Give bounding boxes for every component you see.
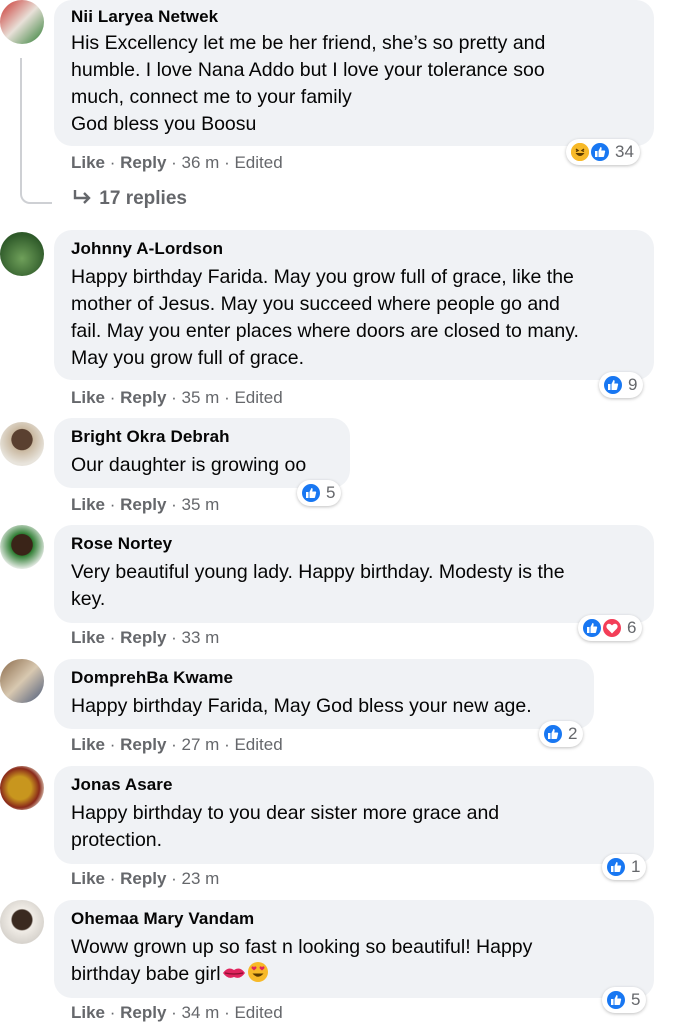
- comment-bubble: Jonas Asare Happy birthday to you dear s…: [54, 766, 654, 864]
- reaction-count: 2: [568, 724, 578, 743]
- comment-text: Our daughter is growing oo: [71, 454, 307, 476]
- comment-author[interactable]: Johnny A-Lordson: [71, 238, 638, 260]
- comment-text: His Excellency let me be her friend, she…: [71, 32, 546, 135]
- comment-author[interactable]: DomprehBa Kwame: [71, 667, 578, 689]
- comment-text: Woww grown up so fast n looking so beaut…: [71, 934, 638, 988]
- reaction-summary[interactable]: 6: [578, 615, 643, 641]
- reaction-summary[interactable]: 5: [297, 480, 342, 506]
- like-icon: [605, 856, 627, 878]
- comment-author[interactable]: Bright Okra Debrah: [71, 426, 334, 448]
- like-link[interactable]: Like: [71, 153, 105, 172]
- reaction-count: 5: [631, 990, 641, 1009]
- like-icon: [581, 617, 603, 639]
- comment-actions: Like · Reply · 35 m: [71, 495, 220, 514]
- comment-actions: Like · Reply · 27 m · Edited: [71, 735, 283, 754]
- like-link[interactable]: Like: [71, 388, 105, 407]
- reaction-summary[interactable]: 2: [539, 721, 584, 747]
- comment-bubble: DomprehBa Kwame Happy birthday Farida, M…: [54, 659, 594, 729]
- reply-arrow-icon: [72, 188, 99, 209]
- edited-label: Edited: [234, 153, 283, 172]
- comment-text: Happy birthday to you dear sister more g…: [71, 802, 500, 851]
- comment-bubble: Rose Nortey Very beautiful young lady. H…: [54, 525, 654, 623]
- kiss-lips-icon: [221, 961, 247, 988]
- avatar[interactable]: [0, 422, 44, 466]
- haha-icon: [569, 141, 591, 163]
- like-icon: [605, 989, 627, 1011]
- comment-bubble: Johnny A-Lordson Happy birthday Farida. …: [54, 230, 654, 380]
- comment-author[interactable]: Nii Laryea Netwek: [71, 6, 638, 28]
- comment-actions: Like · Reply · 35 m · Edited: [71, 388, 283, 407]
- comment-actions: Like · Reply · 33 m: [71, 628, 220, 647]
- avatar[interactable]: [0, 525, 44, 569]
- reply-link[interactable]: Reply: [120, 628, 166, 647]
- timestamp[interactable]: 35 m: [182, 388, 220, 407]
- like-icon: [300, 482, 322, 504]
- like-icon: [589, 141, 611, 163]
- view-replies-link[interactable]: 17 replies: [72, 188, 187, 210]
- love-icon: [601, 617, 623, 639]
- edited-label: Edited: [234, 735, 283, 754]
- edited-label: Edited: [234, 388, 283, 407]
- like-link[interactable]: Like: [71, 735, 105, 754]
- comment-author[interactable]: Jonas Asare: [71, 774, 638, 796]
- reply-link[interactable]: Reply: [120, 388, 166, 407]
- thread-line: [20, 58, 52, 204]
- reply-link[interactable]: Reply: [120, 735, 166, 754]
- comment-text: Happy birthday Farida, May God bless you…: [71, 695, 532, 717]
- comment-bubble: Bright Okra Debrah Our daughter is growi…: [54, 418, 350, 488]
- comment-actions: Like · Reply · 23 m: [71, 869, 220, 888]
- reaction-count: 6: [627, 618, 637, 637]
- reaction-count: 5: [326, 483, 336, 502]
- reply-link[interactable]: Reply: [120, 153, 166, 172]
- reaction-count: 1: [631, 857, 641, 876]
- reply-link[interactable]: Reply: [120, 1003, 166, 1022]
- reaction-count: 34: [615, 142, 634, 161]
- comment-text-body: Woww grown up so fast n looking so beaut…: [71, 936, 533, 985]
- replies-count: 17 replies: [99, 188, 187, 209]
- reaction-summary[interactable]: 34: [566, 139, 640, 165]
- comment-author[interactable]: Ohemaa Mary Vandam: [71, 908, 638, 930]
- comment-bubble: Nii Laryea Netwek His Excellency let me …: [54, 0, 654, 146]
- like-link[interactable]: Like: [71, 869, 105, 888]
- timestamp[interactable]: 34 m: [182, 1003, 220, 1022]
- reaction-summary[interactable]: 1: [602, 854, 647, 880]
- reaction-summary[interactable]: 5: [602, 987, 647, 1013]
- comment-actions: Like · Reply · 34 m · Edited: [71, 1003, 283, 1022]
- comment-author[interactable]: Rose Nortey: [71, 533, 638, 555]
- timestamp[interactable]: 35 m: [182, 495, 220, 514]
- avatar[interactable]: [0, 232, 44, 276]
- edited-label: Edited: [234, 1003, 283, 1022]
- avatar[interactable]: [0, 900, 44, 944]
- reaction-summary[interactable]: 9: [599, 372, 644, 398]
- timestamp[interactable]: 36 m: [182, 153, 220, 172]
- reply-link[interactable]: Reply: [120, 869, 166, 888]
- like-link[interactable]: Like: [71, 1003, 105, 1022]
- comment-bubble: Ohemaa Mary Vandam Woww grown up so fast…: [54, 900, 654, 998]
- timestamp[interactable]: 23 m: [182, 869, 220, 888]
- reaction-count: 9: [628, 375, 638, 394]
- comment-actions: Like · Reply · 36 m · Edited: [71, 153, 283, 172]
- like-link[interactable]: Like: [71, 628, 105, 647]
- reply-link[interactable]: Reply: [120, 495, 166, 514]
- timestamp[interactable]: 27 m: [182, 735, 220, 754]
- like-link[interactable]: Like: [71, 495, 105, 514]
- avatar[interactable]: [0, 766, 44, 810]
- comment-text: Very beautiful young lady. Happy birthda…: [71, 561, 565, 610]
- like-icon: [542, 723, 564, 745]
- avatar[interactable]: [0, 659, 44, 703]
- avatar[interactable]: [0, 0, 44, 44]
- comment-text: Happy birthday Farida. May you grow full…: [71, 266, 579, 369]
- heart-eyes-icon: [247, 961, 269, 988]
- timestamp[interactable]: 33 m: [182, 628, 220, 647]
- like-icon: [602, 374, 624, 396]
